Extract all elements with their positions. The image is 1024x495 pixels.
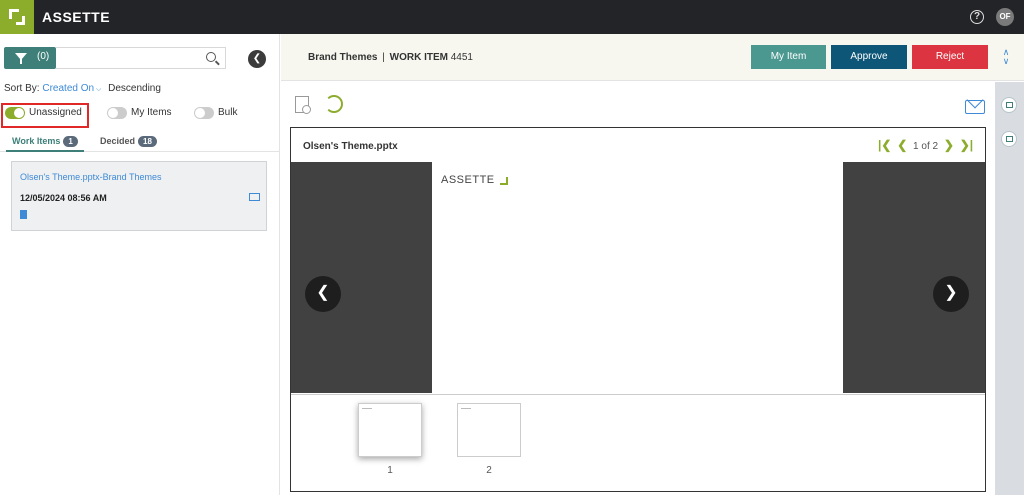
top-bar: ASSETTE ? OF <box>0 0 1024 34</box>
slide-logo-mark-icon <box>500 177 508 185</box>
decided-count-badge: 18 <box>138 136 157 147</box>
right-sidebar <box>995 82 1024 495</box>
item-tabs: Work Items 1 Decided 18 <box>0 130 280 152</box>
category-name: Brand Themes <box>308 52 378 63</box>
bulk-label: Bulk <box>218 107 238 118</box>
assette-logo-icon[interactable] <box>0 0 34 34</box>
document-preview-icon[interactable] <box>295 96 311 114</box>
next-slide-button[interactable]: ❯ <box>933 276 969 312</box>
sort-by-dropdown[interactable]: Created On <box>42 83 94 94</box>
unassigned-label: Unassigned <box>29 107 82 118</box>
first-page-icon[interactable]: |❮ <box>878 138 891 152</box>
list-item[interactable]: Olsen's Theme.pptx-Brand Themes 12/05/20… <box>11 161 267 231</box>
work-items-count-badge: 1 <box>63 136 78 147</box>
file-name: Olsen's Theme.pptx <box>303 141 398 152</box>
collapse-panel-button[interactable]: ❮ <box>248 50 266 68</box>
title-separator: | <box>382 52 385 63</box>
thumbnail-1-label: 1 <box>387 465 393 476</box>
viewer-toolbar <box>281 82 993 126</box>
page-indicator: 1 of 2 <box>913 141 939 152</box>
thumbnail-1[interactable] <box>358 403 422 457</box>
document-viewer: Olsen's Theme.pptx |❮ ❮ 1 of 2 ❯ ❯| ASSE… <box>290 127 986 492</box>
my-items-label: My Items <box>131 107 172 118</box>
chevron-down-icon[interactable]: ⌵ <box>94 86 101 93</box>
page-title: Brand Themes | WORK ITEM 4451 <box>308 52 473 63</box>
next-page-icon[interactable]: ❯ <box>944 138 954 152</box>
search-icon[interactable] <box>206 52 216 62</box>
bulk-toggle[interactable] <box>194 107 214 119</box>
tab-decided[interactable]: Decided 18 <box>94 132 163 152</box>
filter-button[interactable]: (0) <box>4 47 56 69</box>
envelope-icon[interactable] <box>249 193 260 201</box>
brand-name: ASSETTE <box>42 9 111 25</box>
detail-header: Brand Themes | WORK ITEM 4451 My Item Ap… <box>281 34 1024 81</box>
work-item-label: WORK ITEM <box>389 52 448 63</box>
sort-prefix: Sort By: <box>4 83 40 94</box>
avatar[interactable]: OF <box>996 8 1014 26</box>
last-page-icon[interactable]: ❯| <box>960 138 973 152</box>
tab-work-items[interactable]: Work Items 1 <box>6 132 84 152</box>
slide-canvas: ASSETTE <box>432 162 843 393</box>
work-items-panel: (0) ❮ Sort By: Created On ⌵ Descending U… <box>0 34 280 495</box>
sort-row: Sort By: Created On ⌵ Descending <box>4 83 161 94</box>
refresh-icon[interactable] <box>325 95 343 113</box>
help-icon[interactable]: ? <box>970 10 984 24</box>
tab-work-items-label: Work Items <box>12 136 61 146</box>
expand-collapse-icon[interactable]: ∧ ∨ <box>1001 48 1011 68</box>
thumbnail-2[interactable] <box>457 403 521 457</box>
prev-slide-button[interactable]: ❮ <box>305 276 341 312</box>
search-input[interactable] <box>56 47 226 69</box>
mail-icon[interactable] <box>965 100 985 114</box>
my-items-toggle[interactable] <box>107 107 127 119</box>
expand-icon[interactable] <box>1001 131 1017 147</box>
work-item-date: 12/05/2024 08:56 AM <box>20 193 107 203</box>
my-item-button[interactable]: My Item <box>751 45 826 69</box>
reject-button[interactable]: Reject <box>912 45 988 69</box>
work-item-id: 4451 <box>450 52 473 63</box>
assignment-toggles: Unassigned My Items Bulk <box>0 102 280 128</box>
prev-page-icon[interactable]: ❮ <box>897 138 907 152</box>
pager: |❮ ❮ 1 of 2 ❯ ❯| <box>878 138 973 152</box>
sort-order-toggle[interactable]: Descending <box>108 83 161 94</box>
work-item-title[interactable]: Olsen's Theme.pptx-Brand Themes <box>20 172 161 182</box>
approve-button[interactable]: Approve <box>831 45 907 69</box>
thumbnail-2-label: 2 <box>486 465 492 476</box>
work-item-detail: Brand Themes | WORK ITEM 4451 My Item Ap… <box>281 34 1024 495</box>
tab-decided-label: Decided <box>100 136 136 146</box>
filter-count: (0) <box>37 51 50 62</box>
thumbnail-strip: 1 2 <box>291 394 985 491</box>
slide-logo-text: ASSETTE <box>441 174 495 186</box>
slide-stage: ASSETTE ❮ ❯ <box>291 162 985 393</box>
unassigned-toggle[interactable] <box>5 107 25 119</box>
document-icon[interactable] <box>20 210 27 219</box>
comments-icon[interactable] <box>1001 97 1017 113</box>
